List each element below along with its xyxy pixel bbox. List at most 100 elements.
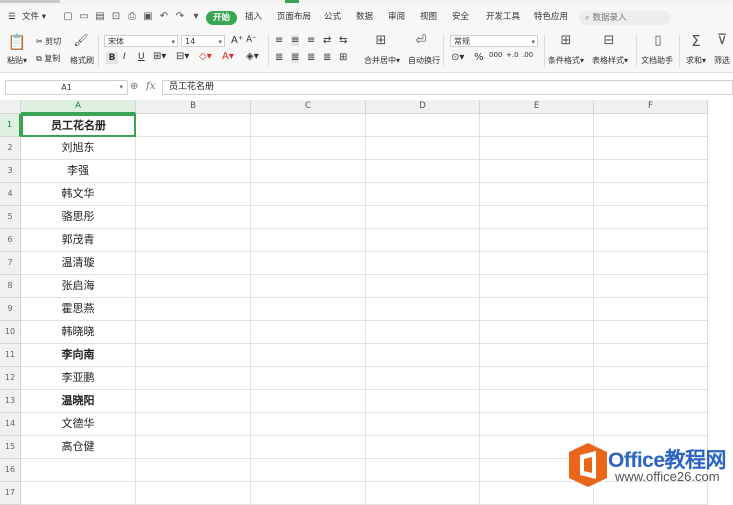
cell-c3[interactable] — [251, 160, 366, 183]
conditional-format-icon[interactable]: ⊞ — [558, 33, 574, 49]
cell-c8[interactable] — [251, 275, 366, 298]
cell-d17[interactable] — [366, 482, 480, 505]
column-header-c[interactable]: C — [251, 100, 366, 114]
row-header[interactable]: 15 — [0, 436, 21, 459]
cell-d16[interactable] — [366, 459, 480, 482]
cell-c7[interactable] — [251, 252, 366, 275]
cell-b1[interactable] — [136, 114, 251, 137]
cell-a4[interactable]: 韩文华 — [21, 183, 136, 206]
row-header[interactable]: 14 — [0, 413, 21, 436]
border-icon[interactable]: ⊞▾ — [153, 51, 166, 62]
cell-e11[interactable] — [480, 344, 594, 367]
column-header-e[interactable]: E — [480, 100, 594, 114]
cell-a2[interactable]: 刘旭东 — [21, 137, 136, 160]
underline-icon[interactable]: U — [138, 52, 145, 62]
bold-icon[interactable]: B — [106, 52, 118, 64]
cell-e12[interactable] — [480, 367, 594, 390]
cell-d1[interactable] — [366, 114, 480, 137]
currency-icon[interactable]: ⊙▾ — [451, 52, 464, 63]
format-painter-button[interactable]: 格式刷 — [70, 55, 94, 66]
doc-helper-icon[interactable]: ▯ — [650, 33, 666, 49]
open-icon[interactable]: ▭ — [78, 11, 90, 23]
cell-f9[interactable] — [594, 298, 708, 321]
cell-a14[interactable]: 文德华 — [21, 413, 136, 436]
zoom-icon[interactable]: ⊕ — [130, 81, 138, 92]
hamburger-menu-icon[interactable]: ☰ — [8, 5, 16, 29]
cell-d12[interactable] — [366, 367, 480, 390]
tab-formulas[interactable]: 公式 — [324, 5, 341, 29]
strikethrough-icon[interactable]: ⊟▾ — [176, 51, 189, 62]
cell-b5[interactable] — [136, 206, 251, 229]
more-icon[interactable]: ▾ — [190, 11, 202, 23]
cell-f8[interactable] — [594, 275, 708, 298]
cell-d15[interactable] — [366, 436, 480, 459]
cell-b7[interactable] — [136, 252, 251, 275]
percent-icon[interactable]: % — [474, 52, 484, 63]
cell-f11[interactable] — [594, 344, 708, 367]
paste-button[interactable]: 粘贴▾ — [7, 55, 27, 66]
tab-start[interactable]: 开始 — [206, 11, 238, 25]
row-header[interactable]: 13 — [0, 390, 21, 413]
align-middle-icon[interactable]: ≡ — [291, 35, 300, 46]
orientation-icon[interactable]: ⇆ — [339, 35, 347, 46]
row-header[interactable]: 2 — [0, 137, 21, 160]
filter-button[interactable]: 筛选 — [714, 55, 730, 66]
cell-e7[interactable] — [480, 252, 594, 275]
cell-c5[interactable] — [251, 206, 366, 229]
justify-icon[interactable]: ≣ — [323, 52, 331, 63]
copy-button[interactable]: ⧉ 复制 — [36, 53, 60, 64]
cell-f5[interactable] — [594, 206, 708, 229]
cell-e8[interactable] — [480, 275, 594, 298]
cell-a3[interactable]: 李强 — [21, 160, 136, 183]
row-header[interactable]: 10 — [0, 321, 21, 344]
cell-c16[interactable] — [251, 459, 366, 482]
cell-e1[interactable] — [480, 114, 594, 137]
cell-c10[interactable] — [251, 321, 366, 344]
tab-features[interactable]: 特色应用 — [534, 5, 568, 29]
cell-a15[interactable]: 高仓健 — [21, 436, 136, 459]
align-right-icon[interactable]: ≣ — [307, 52, 315, 63]
tab-developer[interactable]: 开发工具 — [486, 5, 520, 29]
column-header-b[interactable]: B — [136, 100, 251, 114]
cell-f10[interactable] — [594, 321, 708, 344]
row-header[interactable]: 16 — [0, 459, 21, 482]
cell-e9[interactable] — [480, 298, 594, 321]
cell-d10[interactable] — [366, 321, 480, 344]
increase-font-icon[interactable]: A⁺ — [231, 35, 243, 46]
cell-d4[interactable] — [366, 183, 480, 206]
tab-page-layout[interactable]: 页面布局 — [277, 5, 311, 29]
merge-center-button[interactable]: 合并居中▾ — [364, 55, 400, 66]
cell-d3[interactable] — [366, 160, 480, 183]
cell-b16[interactable] — [136, 459, 251, 482]
cell-e10[interactable] — [480, 321, 594, 344]
row-header[interactable]: 6 — [0, 229, 21, 252]
cell-b9[interactable] — [136, 298, 251, 321]
cell-a16[interactable] — [21, 459, 136, 482]
align-bottom-icon[interactable]: ≡ — [307, 35, 315, 46]
cell-f4[interactable] — [594, 183, 708, 206]
cell-c11[interactable] — [251, 344, 366, 367]
cell-d2[interactable] — [366, 137, 480, 160]
cell-c12[interactable] — [251, 367, 366, 390]
font-name-select[interactable]: 宋体 ▾ — [104, 35, 178, 47]
cell-f13[interactable] — [594, 390, 708, 413]
font-color-icon[interactable]: A▾ — [222, 51, 234, 62]
cut-button[interactable]: ✂ 剪切 — [36, 36, 61, 47]
cell-d9[interactable] — [366, 298, 480, 321]
column-header-a[interactable]: A — [21, 100, 136, 114]
row-header[interactable]: 1 — [0, 114, 21, 137]
cell-a5[interactable]: 骆思彤 — [21, 206, 136, 229]
tab-review[interactable]: 审阅 — [388, 5, 405, 29]
cell-a1[interactable]: 员工花名册 — [21, 114, 136, 137]
cell-b12[interactable] — [136, 367, 251, 390]
cell-d11[interactable] — [366, 344, 480, 367]
distributed-icon[interactable]: ⊞ — [339, 52, 347, 63]
cell-e2[interactable] — [480, 137, 594, 160]
row-header[interactable]: 4 — [0, 183, 21, 206]
cell-c4[interactable] — [251, 183, 366, 206]
doc-helper-button[interactable]: 文档助手 — [641, 55, 673, 66]
cell-e3[interactable] — [480, 160, 594, 183]
cell-b3[interactable] — [136, 160, 251, 183]
sum-button[interactable]: 求和▾ — [686, 55, 706, 66]
cell-b17[interactable] — [136, 482, 251, 505]
